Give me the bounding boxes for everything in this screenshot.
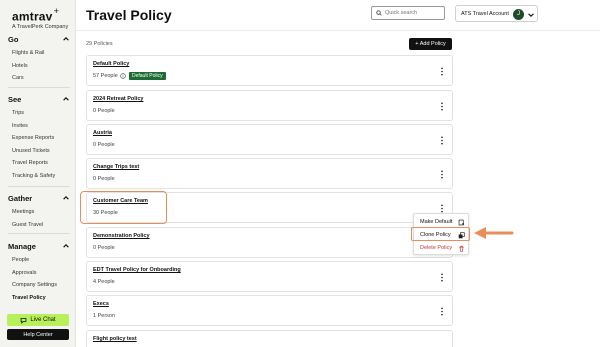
- live-chat-label: Live Chat: [30, 317, 56, 323]
- sidebar-section-manage: Manage People Approvals Company Settings…: [8, 240, 70, 304]
- make-default-icon: [458, 219, 465, 225]
- policy-card-austria[interactable]: Austria 0 People: [86, 124, 453, 155]
- sidebar-item-approvals[interactable]: Approvals: [8, 267, 70, 280]
- sidebar-section-title: Go: [8, 34, 19, 44]
- policy-name[interactable]: Execs: [93, 301, 109, 307]
- logo-tagline: A TravelPerk Company: [12, 24, 69, 31]
- sidebar-item-unused-tickets[interactable]: Unused Tickets: [8, 145, 70, 158]
- policy-name[interactable]: 2024 Retreat Policy: [93, 96, 143, 102]
- add-policy-button[interactable]: + Add Policy: [409, 38, 452, 50]
- policy-card-change-trips-test[interactable]: Change Trips test 0 People: [86, 158, 453, 189]
- delete-policy-option[interactable]: Delete Policy: [414, 242, 470, 254]
- policy-people-count: 0 People: [93, 176, 115, 182]
- sidebar-section-header[interactable]: Go: [8, 33, 70, 45]
- policy-people-count: 0 People: [93, 108, 115, 114]
- policy-card-default[interactable]: Default Policy 57 People Default Policy: [86, 55, 453, 86]
- help-center-button[interactable]: Help Center: [7, 329, 69, 340]
- help-center-label: Help Center: [23, 331, 53, 338]
- sidebar-section-title: Gather: [8, 193, 33, 203]
- sidebar-item-cars[interactable]: Cars: [8, 72, 70, 85]
- menu-item-label: Make Default: [420, 219, 453, 225]
- more-options-icon[interactable]: [440, 204, 444, 213]
- sidebar-section-see: See Trips Invites Expense Reports Unused…: [8, 93, 70, 182]
- policy-card-flight-policy-test[interactable]: Flight policy test: [86, 330, 453, 347]
- live-chat-button[interactable]: Live Chat: [7, 314, 69, 326]
- policy-name[interactable]: Change Trips test: [93, 164, 139, 170]
- search-input[interactable]: Quick search: [371, 6, 445, 20]
- sidebar-item-company-settings[interactable]: Company Settings: [8, 279, 70, 292]
- more-options-icon[interactable]: [440, 136, 444, 145]
- sidebar-item-people[interactable]: People: [8, 254, 70, 267]
- sidebar-item-flights-rail[interactable]: Flights & Rail: [8, 47, 70, 60]
- sidebar-section-title: See: [8, 94, 22, 104]
- sidebar-item-hotels[interactable]: Hotels: [8, 60, 70, 73]
- more-options-icon[interactable]: [440, 307, 444, 316]
- policy-name[interactable]: Flight policy test: [93, 336, 137, 342]
- more-options-icon[interactable]: [440, 273, 444, 282]
- policy-card-edt-onboarding[interactable]: EDT Travel Policy for Onboarding 4 Peopl…: [86, 261, 453, 292]
- policy-count: 29 Policies: [86, 41, 113, 47]
- chevron-up-icon: [63, 37, 69, 41]
- account-name: ATS Travel Account: [461, 10, 509, 17]
- policy-name[interactable]: Demonstration Policy: [93, 233, 150, 239]
- sidebar-section-title: Manage: [8, 241, 36, 251]
- policy-people-count: 0 People: [93, 142, 115, 148]
- menu-item-label: Delete Policy: [420, 245, 453, 251]
- sidebar-item-tracking-safety[interactable]: Tracking & Safety: [8, 170, 70, 183]
- sidebar: amtrav+ A TravelPerk Company Go Flights …: [0, 0, 76, 347]
- sidebar-item-meetings[interactable]: Meetings: [8, 206, 70, 219]
- policy-card-demonstration[interactable]: Demonstration Policy 0 People: [86, 227, 453, 258]
- sidebar-item-invites[interactable]: Invites: [8, 120, 70, 133]
- chevron-up-icon: [63, 196, 69, 200]
- policy-card-2024-retreat[interactable]: 2024 Retreat Policy 0 People: [86, 90, 453, 121]
- sidebar-item-trips[interactable]: Trips: [8, 107, 70, 120]
- sidebar-item-expense-reports[interactable]: Expense Reports: [8, 132, 70, 145]
- page-title: Travel Policy: [86, 7, 172, 23]
- divider: [8, 233, 70, 234]
- policy-people-count: 0 People: [93, 245, 115, 251]
- more-options-icon[interactable]: [440, 170, 444, 179]
- logo-plus: +: [53, 6, 59, 16]
- policy-people-count: 1 Person: [93, 313, 116, 319]
- annotation-highlight: [411, 227, 470, 241]
- arrow-left-icon: [474, 227, 514, 239]
- sidebar-item-travel-policy[interactable]: Travel Policy: [8, 292, 70, 305]
- default-policy-badge: Default Policy: [129, 71, 166, 80]
- sidebar-section-header[interactable]: Gather: [8, 192, 70, 204]
- policy-name[interactable]: EDT Travel Policy for Onboarding: [93, 267, 181, 273]
- chevron-up-icon: [63, 244, 69, 248]
- policy-people: 57 People: [93, 73, 126, 79]
- annotation-highlight: [80, 191, 167, 224]
- chevron-up-icon: [63, 97, 69, 101]
- account-switcher[interactable]: ATS Travel Account J: [455, 5, 538, 22]
- sidebar-section-go: Go Flights & Rail Hotels Cars: [8, 33, 70, 85]
- policy-card-execs[interactable]: Execs 1 Person: [86, 295, 453, 326]
- sidebar-section-header[interactable]: Manage: [8, 240, 70, 252]
- sidebar-section-gather: Gather Meetings Guest Travel: [8, 192, 70, 231]
- logo[interactable]: amtrav+ A TravelPerk Company: [12, 6, 68, 30]
- search-icon: [376, 10, 382, 16]
- logo-wordmark: amtrav: [12, 9, 53, 24]
- sidebar-item-guest-travel[interactable]: Guest Travel: [8, 219, 70, 232]
- chevron-down-icon: [528, 12, 534, 17]
- policy-name[interactable]: Default Policy: [93, 61, 129, 67]
- trash-icon: [459, 245, 464, 252]
- sidebar-section-header[interactable]: See: [8, 93, 70, 105]
- app-window: amtrav+ A TravelPerk Company Go Flights …: [0, 0, 600, 347]
- avatar: J: [513, 8, 524, 20]
- search-placeholder: Quick search: [385, 10, 418, 16]
- chat-bubble-icon: [20, 317, 27, 324]
- divider: [8, 87, 70, 88]
- header-divider: [76, 30, 600, 31]
- policy-name[interactable]: Austria: [93, 130, 112, 136]
- more-options-icon[interactable]: [440, 102, 444, 111]
- divider: [8, 186, 70, 187]
- policy-people-count: 4 People: [93, 279, 115, 285]
- info-icon[interactable]: [120, 73, 126, 79]
- more-options-icon[interactable]: [440, 67, 444, 76]
- policy-people-count: 57 People: [93, 73, 118, 79]
- sidebar-item-travel-reports[interactable]: Travel Reports: [8, 157, 70, 170]
